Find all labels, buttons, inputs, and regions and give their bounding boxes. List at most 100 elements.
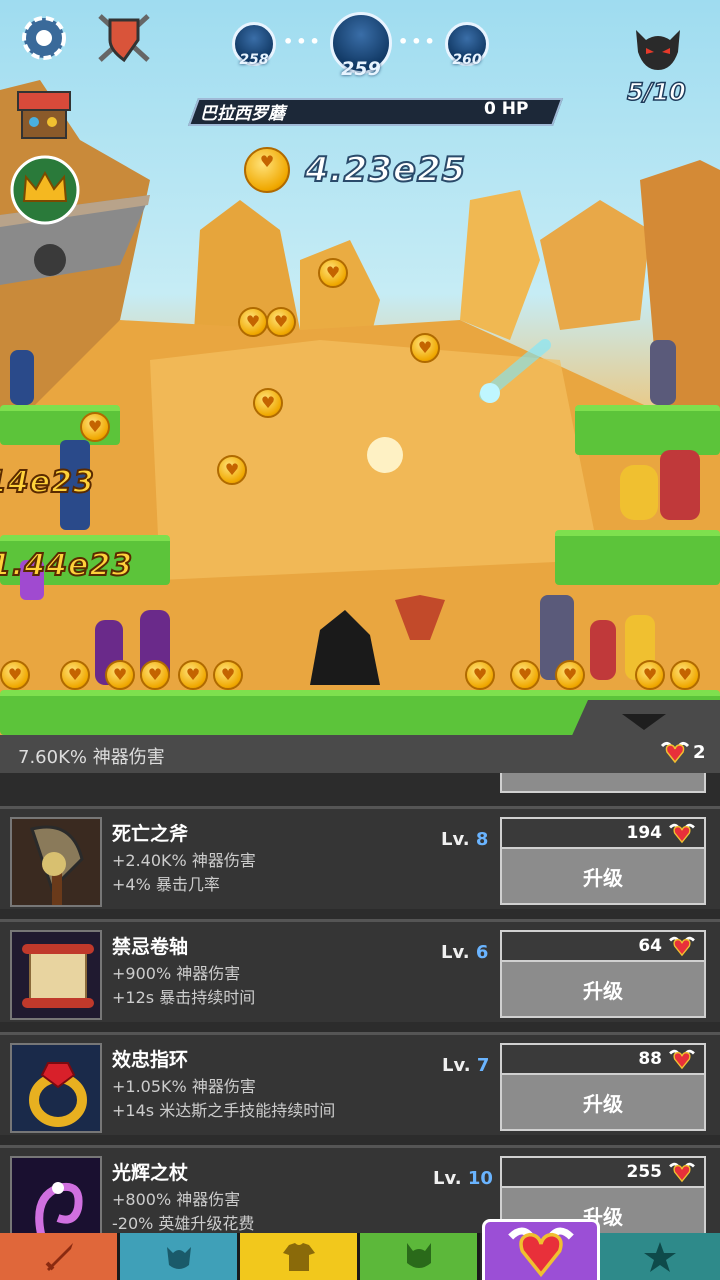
crown-icon[interactable] <box>10 155 80 225</box>
shop-tab[interactable] <box>600 1233 720 1280</box>
gold-coin-drop[interactable] <box>465 660 495 690</box>
gold-coin-drop[interactable] <box>555 660 585 690</box>
stage-prev-number: 258 <box>239 52 269 68</box>
artifact-name: 效忠指环 <box>112 1049 189 1071</box>
gold-coin-drop[interactable] <box>410 333 440 363</box>
pets-tab[interactable] <box>360 1233 480 1280</box>
artifact-level: Lv. 6 <box>441 942 488 963</box>
stage-dots: ••• <box>283 32 323 51</box>
artifact-effect: +4% 暴击几率 <box>112 875 220 894</box>
bottom-tab-bar <box>0 1219 720 1280</box>
damage-popup: 14e23 <box>0 464 95 501</box>
sword-icon <box>45 1242 73 1271</box>
gold-coin-drop[interactable] <box>213 660 243 690</box>
artifact-damage-summary: 7.60K% 神器伤害 <box>18 747 165 768</box>
upgrade-cost: 255 <box>500 1156 706 1186</box>
level-number: 6 <box>475 942 489 963</box>
list-item: 光辉之杖 +800% 神器伤害 -20% 英雄升级花费 Lv. 10 255 升… <box>0 1145 720 1233</box>
artifact-effect: +2.40K% 神器伤害 <box>112 851 256 870</box>
artifacts-tab[interactable] <box>482 1219 600 1280</box>
winged-heart-icon <box>508 1227 574 1278</box>
artifact-effect: +12s 暴击持续时间 <box>112 988 256 1007</box>
gold-amount: 4.23e25 <box>304 149 467 191</box>
gear-icon[interactable] <box>16 10 72 66</box>
artifact-effect: +1.05K% 神器伤害 <box>112 1077 256 1096</box>
enemy-count: 5/10 <box>626 77 686 107</box>
gold-coin-drop[interactable] <box>80 412 110 442</box>
list-item: 效忠指环 +1.05K% 神器伤害 +14s 米达斯之手技能持续时间 Lv. 7… <box>0 1032 720 1135</box>
level-label: Lv. <box>433 1168 462 1189</box>
cost-value: 88 <box>638 1049 662 1069</box>
level-number: 10 <box>467 1168 493 1189</box>
pet-icon <box>406 1242 431 1268</box>
star-icon <box>644 1241 676 1272</box>
artifact-level: Lv. 10 <box>433 1168 493 1189</box>
upgrade-button[interactable]: 升级 <box>500 847 706 905</box>
level-number: 8 <box>475 829 489 850</box>
list-item: 死亡之斧 +2.40K% 神器伤害 +4% 暴击几率 Lv. 8 194 升级 <box>0 806 720 909</box>
winged-heart-icon <box>669 1162 695 1183</box>
artifact-list[interactable]: 死亡之斧 +2.40K% 神器伤害 +4% 暴击几率 Lv. 8 194 升级 … <box>0 773 720 1233</box>
cost-value: 255 <box>626 1162 663 1182</box>
artifact-effect: -20% 英雄升级花费 <box>112 1214 255 1233</box>
ring-icon <box>10 1043 102 1133</box>
level-label: Lv. <box>442 1055 471 1076</box>
upgrade-cost: 194 <box>500 817 706 847</box>
upgrade-cost: 64 <box>500 930 706 960</box>
artifact-name: 光辉之杖 <box>112 1162 189 1184</box>
heroes-tab[interactable] <box>120 1233 240 1280</box>
demon-face-icon <box>636 30 680 70</box>
level-label: Lv. <box>441 829 470 850</box>
gold-coin-drop[interactable] <box>266 307 296 337</box>
relic-count: 2 <box>693 742 706 763</box>
equipment-tab[interactable] <box>240 1233 360 1280</box>
upgrade-button-partial[interactable] <box>500 773 706 793</box>
axe-icon <box>10 817 102 907</box>
shield-swords-icon[interactable] <box>94 10 154 66</box>
level-label: Lv. <box>441 942 470 963</box>
gold-icon <box>244 147 290 193</box>
gold-coin-drop[interactable] <box>510 660 540 690</box>
cost-value: 194 <box>626 823 663 843</box>
scroll-icon <box>10 930 102 1020</box>
artifact-name: 禁忌卷轴 <box>112 936 189 958</box>
winged-heart-icon <box>660 741 690 764</box>
artifact-effect: +14s 米达斯之手技能持续时间 <box>112 1101 336 1120</box>
gold-coin-drop[interactable] <box>238 307 268 337</box>
winged-heart-icon <box>669 936 695 957</box>
energy-projectile <box>479 339 551 403</box>
staff-icon <box>10 1156 102 1233</box>
helmet-icon <box>166 1246 191 1269</box>
upgrade-button[interactable]: 升级 <box>500 960 706 1018</box>
artifact-effect: +800% 神器伤害 <box>112 1190 241 1209</box>
stage-current-number: 259 <box>341 58 381 80</box>
gold-coin-drop[interactable] <box>178 660 208 690</box>
level-number: 7 <box>476 1055 490 1076</box>
artifact-level: Lv. 7 <box>442 1055 489 1076</box>
upgrade-button[interactable]: 升级 <box>500 1073 706 1131</box>
stage-dots: ••• <box>398 32 438 51</box>
gold-coin-drop[interactable] <box>253 388 283 418</box>
gold-coin-drop[interactable] <box>140 660 170 690</box>
shop-stall-icon[interactable] <box>14 88 74 144</box>
sword-tab[interactable] <box>0 1233 120 1280</box>
gold-coin-drop[interactable] <box>670 660 700 690</box>
stage-next-number: 260 <box>452 52 482 68</box>
gold-coin-drop[interactable] <box>635 660 665 690</box>
winged-heart-icon <box>669 1049 695 1070</box>
gold-coin-drop[interactable] <box>60 660 90 690</box>
artifact-level: Lv. 8 <box>441 829 488 850</box>
chevron-down-icon[interactable] <box>622 714 666 730</box>
artifact-effect: +900% 神器伤害 <box>112 964 241 983</box>
damage-popup: 1.44e23 <box>0 547 134 584</box>
boss-name: 巴拉西罗蘑 <box>200 104 285 124</box>
gold-coin-drop[interactable] <box>105 660 135 690</box>
cost-value: 64 <box>638 936 662 956</box>
gold-coin-drop[interactable] <box>217 455 247 485</box>
shirt-icon <box>282 1242 315 1271</box>
winged-heart-icon <box>669 823 695 844</box>
list-item: 禁忌卷轴 +900% 神器伤害 +12s 暴击持续时间 Lv. 6 64 升级 <box>0 919 720 1022</box>
gold-coin-drop[interactable] <box>0 660 30 690</box>
upgrade-cost: 88 <box>500 1043 706 1073</box>
gold-coin-drop[interactable] <box>318 258 348 288</box>
